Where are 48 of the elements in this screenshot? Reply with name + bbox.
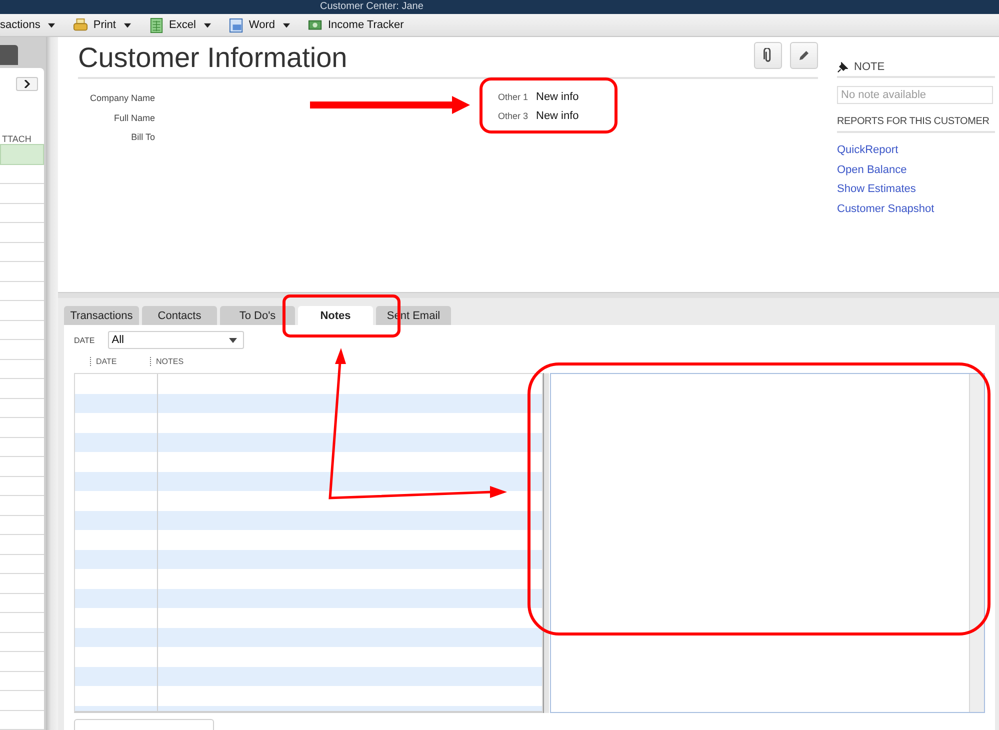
splitter-handle[interactable]: [58, 292, 999, 298]
toolbar-button[interactable]: Excel: [144, 16, 215, 34]
spreadsheet-icon: [148, 18, 164, 32]
bottom-button[interactable]: [74, 719, 214, 730]
expand-button[interactable]: [16, 77, 38, 91]
report-link[interactable]: Show Estimates: [837, 180, 995, 200]
report-link[interactable]: QuickReport: [837, 141, 995, 160]
pencil-icon: [798, 48, 810, 63]
note-field[interactable]: No note available: [837, 86, 993, 104]
filter-label: DATE: [74, 336, 95, 344]
tab[interactable]: Contacts: [142, 306, 217, 325]
field-value: New info: [536, 90, 579, 103]
toolbar-button[interactable]: Income Tracker: [304, 16, 408, 34]
column-header[interactable]: NOTES: [150, 356, 184, 366]
caret-icon: [228, 338, 237, 342]
money-icon: [308, 18, 323, 32]
note-text-area[interactable]: [550, 373, 985, 713]
document-icon: [228, 18, 244, 32]
field-value: New info: [536, 110, 579, 122]
chevron-right-icon: [24, 80, 30, 88]
column-header[interactable]: DATE: [90, 356, 150, 366]
column-header: TTACH: [2, 134, 32, 144]
field-label: Other 3: [498, 111, 530, 122]
toolbar-button[interactable]: Word: [224, 16, 294, 34]
window-title: Customer Center: Jane: [320, 1, 424, 13]
pin-icon: [837, 62, 848, 72]
report-link[interactable]: Open Balance: [837, 160, 995, 180]
section-heading: NOTE: [854, 61, 885, 73]
field-label: Full Name: [112, 112, 155, 124]
scrollbar[interactable]: [969, 374, 984, 712]
toolbar-button[interactable]: Print: [69, 16, 135, 34]
sidebar-tab[interactable]: [0, 45, 18, 65]
section-heading: REPORTS FOR THIS CUSTOMER: [837, 116, 995, 133]
printer-icon: [73, 18, 88, 32]
tab[interactable]: To Do's: [220, 306, 295, 325]
toolbar-button[interactable]: sactions: [0, 17, 60, 33]
field-label: Bill To: [130, 131, 155, 144]
field-label: Company Name: [88, 92, 155, 105]
splitter-handle[interactable]: [46, 37, 58, 730]
field-label: Other 1: [498, 92, 530, 102]
date-dropdown[interactable]: All: [108, 331, 244, 349]
list-row[interactable]: [0, 144, 44, 164]
edit-button[interactable]: [790, 42, 818, 69]
tab[interactable]: Transactions: [64, 306, 139, 325]
report-link[interactable]: Customer Snapshot: [837, 200, 995, 219]
page-title: Customer Information: [78, 41, 348, 75]
tab[interactable]: Notes: [298, 306, 373, 325]
attach-button[interactable]: [754, 42, 782, 69]
